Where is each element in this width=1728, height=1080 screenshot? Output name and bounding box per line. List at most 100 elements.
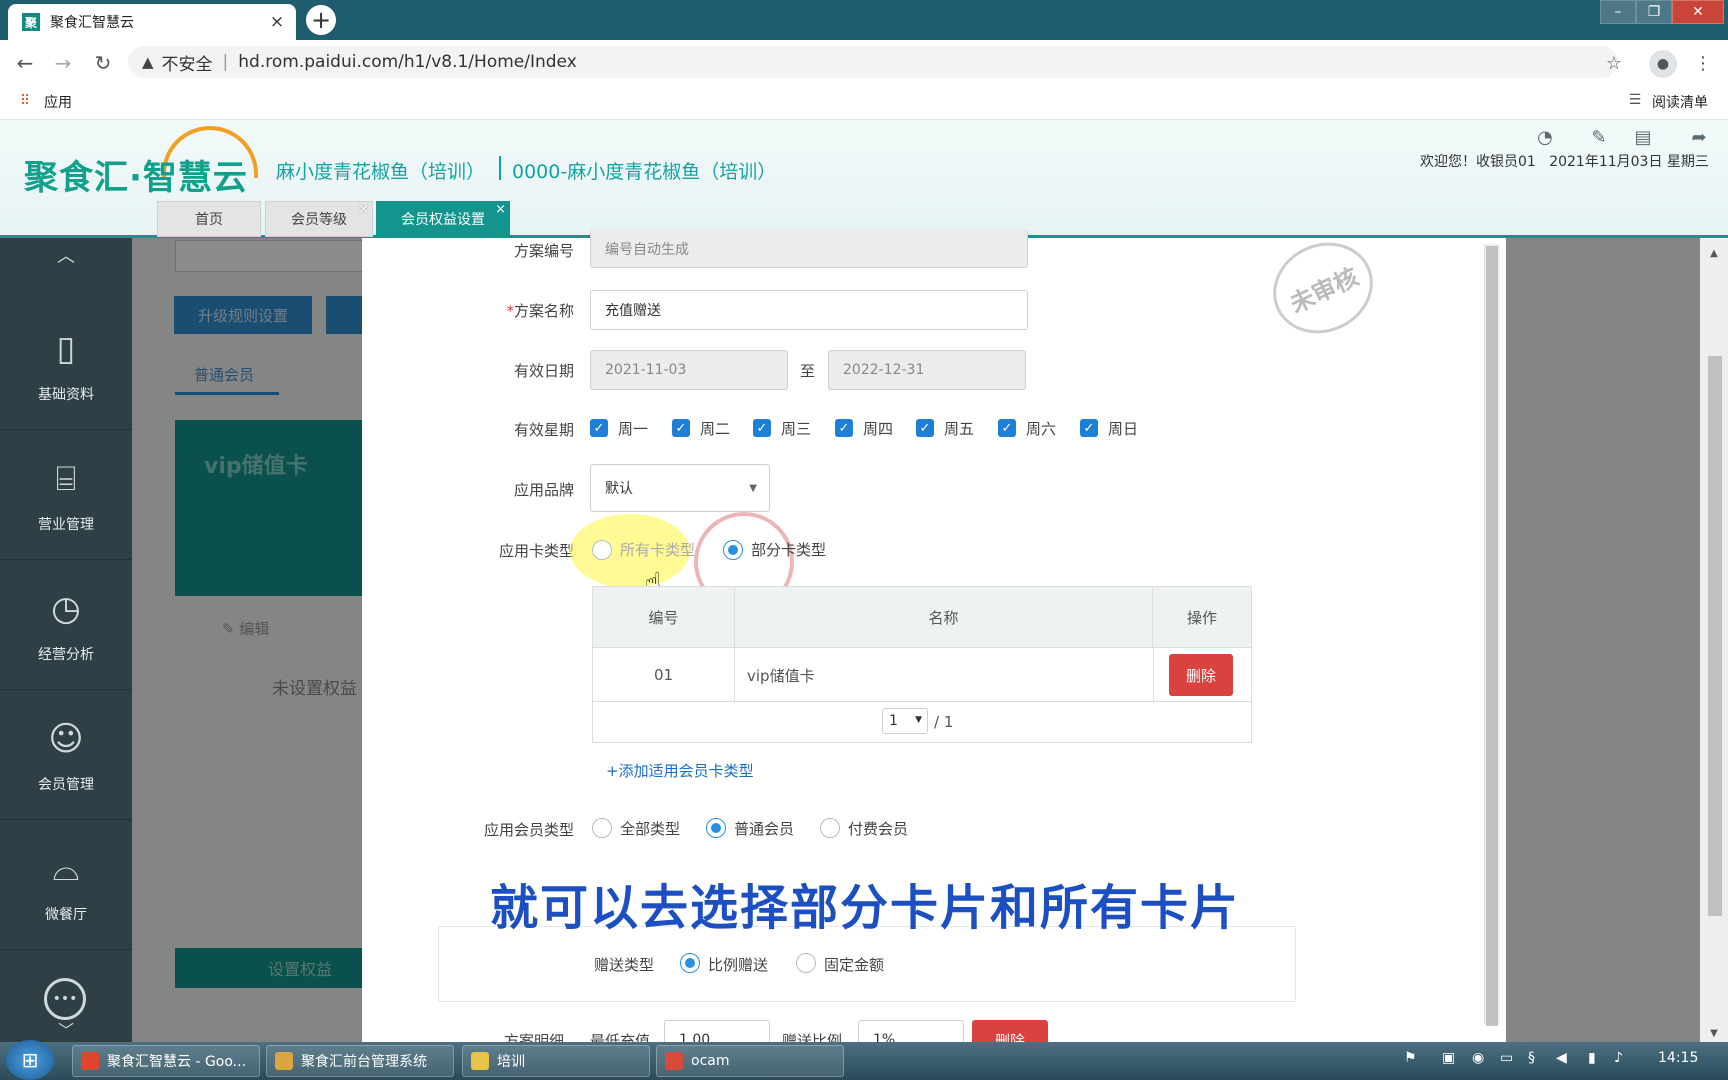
modal-scrollbar-thumb[interactable] xyxy=(1486,246,1498,1026)
notes-icon[interactable]: ▤ xyxy=(1630,125,1656,149)
gift-type-fixed-radio[interactable] xyxy=(796,953,816,973)
gift-type-ratio-radio[interactable] xyxy=(680,953,700,973)
tray-mute-icon[interactable]: ◀ xyxy=(1556,1050,1567,1066)
add-card-type-link[interactable]: +添加适用会员卡类型 xyxy=(606,760,754,781)
scroll-up-icon[interactable]: ▲ xyxy=(1700,244,1728,262)
reload-icon[interactable]: ↻ xyxy=(90,50,116,76)
url-security-label: 不安全 xyxy=(161,54,213,75)
member-type-normal-radio[interactable] xyxy=(706,818,726,838)
member-type-paid-label[interactable]: 付费会员 xyxy=(848,818,908,839)
scroll-down-icon[interactable]: ▼ xyxy=(1700,1024,1728,1042)
tray-flag-icon[interactable]: ⚑ xyxy=(1404,1050,1417,1066)
menu-dots-icon[interactable]: ⋮ xyxy=(1690,50,1716,76)
sidebar-item-analysis[interactable]: ◷ 经营分析 xyxy=(0,560,132,690)
weekday-label: 周四 xyxy=(863,420,894,438)
close-tab-icon[interactable]: × xyxy=(358,202,369,217)
tab-home[interactable]: 首页 xyxy=(157,201,261,237)
weekday-checkbox-tue[interactable]: ✓ xyxy=(672,419,690,437)
profile-avatar-icon[interactable]: ● xyxy=(1649,50,1677,78)
tray-record-icon[interactable]: ◉ xyxy=(1472,1050,1484,1066)
close-tab-icon[interactable]: × xyxy=(266,11,288,33)
tray-save-icon[interactable]: ▣ xyxy=(1442,1050,1455,1066)
weekday-checkbox-thu[interactable]: ✓ xyxy=(835,419,853,437)
weekday-label: 周六 xyxy=(1026,420,1057,438)
brand-select[interactable]: 默认 ▼ xyxy=(590,464,770,512)
reading-list[interactable]: 阅读清单 xyxy=(1652,92,1708,112)
close-window-icon[interactable]: ✕ xyxy=(1672,0,1724,24)
weekday-checkbox-fri[interactable]: ✓ xyxy=(916,419,934,437)
page-scrollbar-thumb[interactable] xyxy=(1708,356,1722,916)
table-header-name: 名称 xyxy=(735,587,1153,647)
sidebar-item-business[interactable]: ⌸ 营业管理 xyxy=(0,430,132,560)
card-type-all-radio[interactable] xyxy=(592,540,612,560)
tab-member-level[interactable]: 会员等级 × xyxy=(265,201,373,237)
tray-s-icon[interactable]: § xyxy=(1528,1050,1535,1066)
apps-grid-icon[interactable]: ⠿ xyxy=(16,92,34,110)
weekday-checkbox-sat[interactable]: ✓ xyxy=(998,419,1016,437)
folder-icon xyxy=(471,1052,489,1070)
page-total: / 1 xyxy=(934,713,954,731)
plan-no-input[interactable]: 编号自动生成 xyxy=(590,230,1028,268)
taskbar-item-folder[interactable]: 培训 xyxy=(462,1045,650,1077)
plan-name-label-text: 方案名称 xyxy=(513,302,574,320)
weekday-label: 周一 xyxy=(618,420,649,438)
weekday-checkbox-mon[interactable]: ✓ xyxy=(590,419,608,437)
plan-name-input[interactable]: 充值赠送 xyxy=(590,290,1028,330)
member-type-all-label[interactable]: 全部类型 xyxy=(620,818,680,839)
edit-pencil-icon[interactable]: ✎ xyxy=(1586,125,1612,149)
delete-card-button[interactable]: 删除 xyxy=(1169,654,1233,696)
back-arrow-icon[interactable]: ← xyxy=(12,50,38,76)
card-type-part-label[interactable]: 部分卡类型 xyxy=(751,539,826,560)
bookmarks-bar xyxy=(0,84,1728,120)
reading-list-icon[interactable]: ☰ xyxy=(1626,91,1644,109)
taskbar-item-chrome[interactable]: 聚食汇智慧云 - Goo... xyxy=(72,1045,260,1077)
taskbar-item-pos[interactable]: 聚食汇前台管理系统 xyxy=(266,1045,454,1077)
member-type-all-radio[interactable] xyxy=(592,818,612,838)
table-header-no: 编号 xyxy=(593,587,735,647)
tray-clock[interactable]: 14:15 xyxy=(1658,1050,1698,1066)
sidebar-item-members[interactable]: ☺ 会员管理 xyxy=(0,690,132,820)
tray-volume-icon[interactable]: ♪ xyxy=(1614,1050,1623,1066)
gift-type-fixed-label[interactable]: 固定金额 xyxy=(824,954,884,975)
tray-display-icon[interactable]: ▭ xyxy=(1500,1050,1513,1066)
sidebar-item-label: 基础资料 xyxy=(38,386,94,403)
tab-member-rights[interactable]: 会员权益设置 × xyxy=(376,201,510,237)
browser-tab[interactable]: 聚 聚食汇智慧云 × xyxy=(8,4,296,40)
date-to-input[interactable]: 2022-12-31 xyxy=(828,350,1026,390)
speedometer-icon[interactable]: ◔ xyxy=(1532,125,1558,149)
star-icon[interactable]: ☆ xyxy=(1601,50,1627,76)
gift-type-ratio-label[interactable]: 比例赠送 xyxy=(708,954,768,975)
taskbar-item-label: 聚食汇前台管理系统 xyxy=(301,1054,427,1070)
card-type-part-radio[interactable] xyxy=(723,540,743,560)
weekday-checkbox-sun[interactable]: ✓ xyxy=(1080,419,1098,437)
bookmark-apps[interactable]: 应用 xyxy=(44,92,72,112)
table-col-divider xyxy=(1153,648,1154,702)
close-tab-icon[interactable]: × xyxy=(495,202,506,217)
tray-network-icon[interactable]: ▮ xyxy=(1588,1050,1596,1066)
chat-icon[interactable]: ••• xyxy=(44,978,86,1020)
date-from-input[interactable]: 2021-11-03 xyxy=(590,350,788,390)
share-arrow-icon[interactable]: ➦ xyxy=(1686,125,1712,149)
page-select[interactable]: 1 ▼ xyxy=(882,708,928,734)
url-separator: | xyxy=(222,52,229,72)
valid-date-label: 有效日期 xyxy=(513,362,574,380)
taskbar-item-ocam[interactable]: ocam xyxy=(656,1045,844,1077)
address-bar[interactable]: ▲ 不安全 | hd.rom.paidui.com/h1/v8.1/Home/I… xyxy=(128,46,1618,78)
forward-arrow-icon[interactable]: → xyxy=(50,50,76,76)
sidebar-item-basic-data[interactable]: ▯ 基础资料 xyxy=(0,300,132,430)
card-type-all-label[interactable]: 所有卡类型 xyxy=(620,539,695,560)
new-tab-button[interactable]: + xyxy=(306,5,336,35)
sidebar-collapse-up-icon[interactable]: ︿ xyxy=(0,240,132,270)
start-button[interactable]: ⊞ xyxy=(6,1040,54,1080)
sidebar-item-micro-restaurant[interactable]: ⌓ 微餐厅 xyxy=(0,820,132,950)
sidebar-scroll-down-icon[interactable]: ﹀ xyxy=(0,1018,132,1040)
restore-window-icon[interactable]: ❐ xyxy=(1636,0,1672,24)
weekday-label: 周日 xyxy=(1108,420,1139,438)
weekday-label: 周二 xyxy=(700,420,731,438)
minimize-window-icon[interactable]: – xyxy=(1600,0,1636,24)
weekday-checkbox-wed[interactable]: ✓ xyxy=(753,419,771,437)
chevron-down-icon: ▼ xyxy=(749,483,757,494)
member-type-paid-radio[interactable] xyxy=(820,818,840,838)
member-type-normal-label[interactable]: 普通会员 xyxy=(734,818,794,839)
table-cell-no: 01 xyxy=(593,648,735,702)
